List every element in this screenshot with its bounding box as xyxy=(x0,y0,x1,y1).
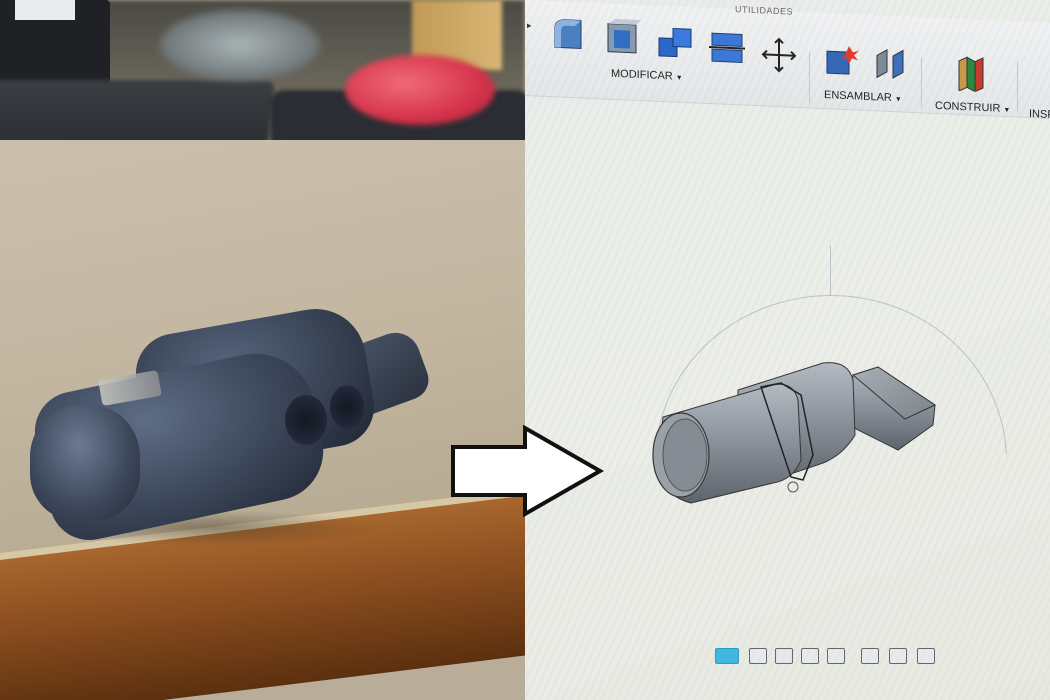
axis-line xyxy=(830,245,831,295)
laptop-screen xyxy=(15,0,75,20)
zoom-icon[interactable] xyxy=(827,648,845,664)
new-component-icon[interactable] xyxy=(823,41,859,76)
display-settings-icon[interactable] xyxy=(861,648,879,664)
physical-part-photo xyxy=(0,0,525,700)
part-front-cap xyxy=(30,405,140,520)
right-arrow-icon xyxy=(451,425,605,517)
split-body-icon[interactable] xyxy=(709,30,745,65)
toolbar-scroll-caret-icon[interactable]: ▸ xyxy=(527,20,532,31)
group-label-modify-text: MODIFICAR xyxy=(611,67,673,83)
look-at-icon[interactable] xyxy=(749,648,767,664)
fillet-icon[interactable] xyxy=(551,13,585,49)
group-label-modify[interactable]: MODIFICAR ▼ xyxy=(611,68,683,83)
viewports-icon[interactable] xyxy=(917,648,935,664)
orbit-tool-icon[interactable] xyxy=(715,648,739,664)
move-icon[interactable] xyxy=(761,36,797,73)
combine-icon[interactable] xyxy=(657,24,692,59)
joint-icon[interactable] xyxy=(873,45,907,80)
viewport-nav-bar xyxy=(715,640,965,670)
broken-plastic-part xyxy=(27,300,450,548)
damage-hole xyxy=(285,395,327,445)
toolbar-tab-utilities[interactable]: UTILIDADES xyxy=(735,4,793,17)
cad-screen-photo: ▸ UTILIDADES MODIFICAR ▼ ENSAMBLAR ▼ CON… xyxy=(525,0,1050,700)
damage-hole xyxy=(330,385,364,429)
zoom-window-icon[interactable] xyxy=(801,648,819,664)
laptop xyxy=(0,0,110,90)
red-mouse xyxy=(345,55,495,125)
construction-plane-icon[interactable] xyxy=(953,53,987,93)
chevron-down-icon: ▼ xyxy=(675,74,683,82)
shell-icon[interactable] xyxy=(605,17,641,54)
cables xyxy=(160,10,320,80)
cad-model[interactable] xyxy=(643,355,943,505)
pan-hand-icon[interactable] xyxy=(775,648,793,664)
grid-settings-icon[interactable] xyxy=(889,648,907,664)
